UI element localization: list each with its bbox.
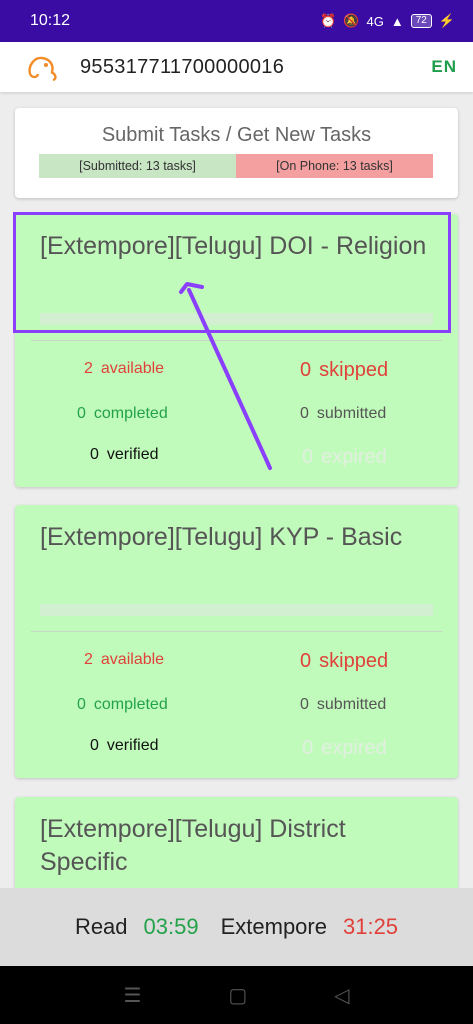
stat-verified: 0 verified xyxy=(90,737,158,755)
verified-label: verified xyxy=(106,446,159,463)
status-time: 10:12 xyxy=(30,12,71,29)
battery-icon: 72 xyxy=(410,14,432,28)
timer-bar: Read 03:59 Extempore 31:25 xyxy=(0,888,473,966)
completed-label: completed xyxy=(93,405,168,422)
menu-icon[interactable]: ☰ xyxy=(123,983,141,1008)
stat-completed: 0 completed xyxy=(77,405,168,423)
language-toggle[interactable]: EN xyxy=(431,57,457,77)
submitted-count: 0 xyxy=(300,696,309,713)
skipped-label: skipped xyxy=(319,359,389,381)
submitted-count: [Submitted: 13 tasks] xyxy=(39,154,236,178)
home-icon[interactable]: ▢ xyxy=(228,983,247,1008)
skipped-count: 0 xyxy=(300,359,312,381)
status-icons: ⏰ 🔕 4G ▲ 72 ⚡ xyxy=(320,13,455,29)
stat-skipped: 0 skipped xyxy=(300,359,388,382)
completed-label: completed xyxy=(93,696,168,713)
task-progress-bar xyxy=(40,604,433,616)
verified-label: verified xyxy=(106,737,159,754)
stat-submitted: 0 submitted xyxy=(300,696,386,714)
stat-available: 2 available xyxy=(84,360,164,378)
highlight-box xyxy=(13,212,451,333)
app-bar: 955317711700000016 EN xyxy=(0,42,473,92)
verified-count: 0 xyxy=(90,737,99,754)
task-card[interactable]: [Extempore][Telugu] KYP - Basic 2 availa… xyxy=(15,505,458,778)
submit-tasks-title[interactable]: Submit Tasks / Get New Tasks xyxy=(15,124,458,147)
available-label: available xyxy=(100,651,165,668)
submitted-label: submitted xyxy=(316,405,387,422)
back-icon[interactable]: ◁ xyxy=(334,983,349,1008)
expired-label: expired xyxy=(321,446,387,468)
status-bar: 10:12 ⏰ 🔕 4G ▲ 72 ⚡ xyxy=(0,0,473,42)
task-name: [Extempore][Telugu] KYP - Basic xyxy=(40,523,403,551)
stat-available: 2 available xyxy=(84,651,164,669)
skipped-label: skipped xyxy=(319,650,389,672)
extempore-timer: 31:25 xyxy=(342,914,399,939)
submitted-count: 0 xyxy=(300,405,309,422)
task-name: [Extempore][Telugu] District Specific xyxy=(40,815,346,876)
stat-expired: 0 expired xyxy=(302,737,387,760)
phone-number: 955317711700000016 xyxy=(80,55,285,78)
available-count: 2 xyxy=(84,651,93,668)
stat-submitted: 0 submitted xyxy=(300,405,386,423)
expired-count: 0 xyxy=(302,446,314,468)
stat-completed: 0 completed xyxy=(77,696,168,714)
alarm-icon: ⏰ xyxy=(320,13,337,28)
expired-label: expired xyxy=(321,737,387,759)
submit-tasks-card[interactable]: Submit Tasks / Get New Tasks [Submitted:… xyxy=(15,108,458,198)
read-label: Read xyxy=(74,914,128,939)
extempore-label: Extempore xyxy=(220,914,327,939)
skipped-count: 0 xyxy=(300,650,312,672)
system-nav-bar: ☰ ▢ ◁ xyxy=(0,966,473,1024)
mute-icon: 🔕 xyxy=(343,13,360,28)
available-label: available xyxy=(100,360,165,377)
stat-expired: 0 expired xyxy=(302,446,387,469)
stat-verified: 0 verified xyxy=(90,446,158,464)
on-phone-count: [On Phone: 13 tasks] xyxy=(236,154,433,178)
expired-count: 0 xyxy=(302,737,314,759)
app-logo-icon xyxy=(28,56,57,82)
network-label: 4G xyxy=(366,13,384,29)
divider xyxy=(31,631,442,632)
completed-count: 0 xyxy=(77,696,86,713)
completed-count: 0 xyxy=(77,405,86,422)
divider xyxy=(31,340,442,341)
task-card[interactable]: [Extempore][Telugu] District Specific xyxy=(15,797,458,888)
stat-skipped: 0 skipped xyxy=(300,650,388,673)
task-status-bar: [Submitted: 13 tasks] [On Phone: 13 task… xyxy=(39,154,433,178)
verified-count: 0 xyxy=(90,446,99,463)
submitted-label: submitted xyxy=(316,696,387,713)
charging-icon: ⚡ xyxy=(438,13,455,28)
available-count: 2 xyxy=(84,360,93,377)
read-timer: 03:59 xyxy=(143,914,199,939)
signal-icon: ▲ xyxy=(390,13,404,29)
